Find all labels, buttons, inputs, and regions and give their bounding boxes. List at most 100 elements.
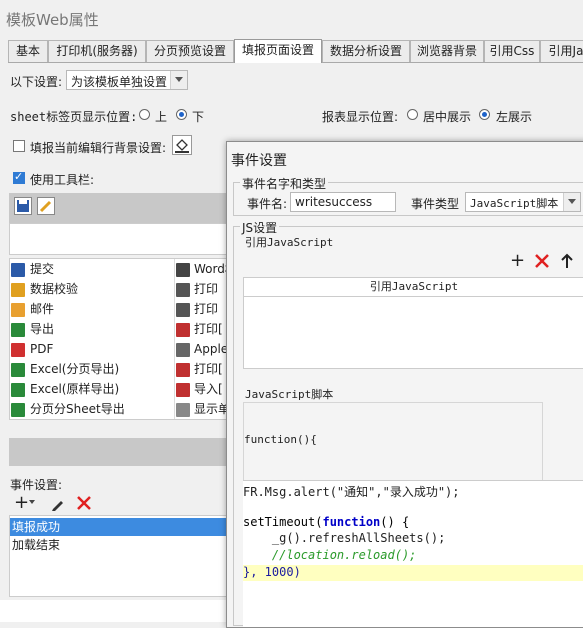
js-code-editor[interactable]: FR.Msg.alert("通知","录入成功"); setTimeout(fu… — [243, 480, 583, 627]
toolbar-button-label: 导入[ — [194, 382, 223, 396]
export-icon — [11, 322, 25, 337]
chevron-down-icon — [170, 71, 187, 89]
import-icon — [176, 382, 190, 397]
print-icon — [176, 362, 190, 377]
following-settings-label: 以下设置: — [10, 75, 63, 89]
toolbar-button-right[interactable]: 导入[ — [176, 379, 228, 399]
toolbar-button-left[interactable]: 提交 — [11, 259, 171, 279]
word-icon — [176, 262, 190, 277]
sheet-position-down-radio[interactable] — [176, 109, 187, 120]
toolbar-button-label: 打印[ — [194, 322, 223, 336]
event-name-input[interactable]: writesuccess — [290, 192, 396, 212]
tab-data-analysis[interactable]: 数据分析设置 — [322, 40, 410, 62]
tab-ref-js[interactable]: 引用Ja — [540, 40, 583, 62]
print-icon — [176, 282, 190, 297]
move-up-arrow-icon[interactable] — [561, 253, 573, 272]
add-dropdown-icon[interactable] — [29, 500, 35, 504]
settings-scope-select[interactable]: 为该模板单独设置 — [66, 70, 188, 90]
pdf-icon — [11, 342, 25, 357]
report-center-label: 居中展示 — [423, 110, 472, 124]
event-settings-dialog: 事件设置 事件名字和类型 事件名: writesuccess 事件类型 Java… — [226, 141, 583, 628]
code-line-1: FR.Msg.alert("通知","录入成功"); — [243, 485, 460, 499]
toolbar-button-label: 导出 — [30, 322, 55, 336]
chevron-down-icon — [563, 193, 580, 211]
event-list: 填报成功 加载结束 — [9, 515, 229, 597]
sheet-position-down-label: 下 — [192, 110, 205, 124]
event-name-label: 事件名: — [247, 197, 288, 211]
toolbar-button-label: 数据校验 — [30, 282, 79, 296]
function-open-text: function(){ — [244, 433, 317, 446]
tab-page-preview[interactable]: 分页预览设置 — [146, 40, 234, 62]
toolbar-button-left[interactable]: PDF — [11, 339, 171, 359]
report-center-radio[interactable] — [407, 109, 418, 120]
dialog-title: 事件设置 — [231, 153, 287, 169]
toolbar-button-label: Word格 — [194, 262, 228, 276]
event-item-fill-success[interactable]: 填报成功 — [10, 518, 228, 536]
code-line-4: _g().refreshAllSheets(); — [243, 531, 446, 545]
toolbar-button-right[interactable]: 显示单 — [176, 399, 228, 419]
ref-js-label: 引用JavaScript — [245, 236, 334, 249]
background-sheet-area — [0, 600, 226, 622]
tab-fill-page-settings[interactable]: 填报页面设置 — [234, 39, 322, 63]
toolbar-button-label: PDF — [30, 342, 54, 356]
edit-event-pencil-icon[interactable] — [50, 496, 66, 515]
tab-ref-css[interactable]: 引用Css — [484, 40, 540, 62]
delete-js-icon[interactable] — [535, 254, 549, 271]
report-position-label: 报表显示位置: — [322, 110, 399, 124]
print-icon — [176, 302, 190, 317]
toolbar-button-right[interactable]: 打印[ — [176, 319, 228, 339]
excel-sheet-icon — [11, 402, 25, 417]
toolbar-button-left[interactable]: 导出 — [11, 319, 171, 339]
toolbar-button-label: 分页分Sheet导出 — [30, 402, 125, 416]
toolbar-button-label: Apple — [194, 342, 228, 356]
paint-bucket-icon[interactable] — [172, 135, 192, 155]
add-js-button[interactable]: + — [510, 252, 525, 270]
toolbar-preview-strip — [9, 193, 229, 223]
submit-icon — [11, 262, 25, 277]
toolbar-button-label: Excel(分页导出) — [30, 362, 120, 376]
toolbar-button-right[interactable]: 打印 — [176, 299, 228, 319]
code-line-6: }, 1000) — [243, 565, 301, 579]
toolbar-button-right[interactable]: Word格 — [176, 259, 228, 279]
toolbar-button-left[interactable]: 分页分Sheet导出 — [11, 399, 171, 419]
sheet-position-label: sheet标签页显示位置: — [10, 110, 138, 124]
toolbar-button-left[interactable]: 邮件 — [11, 299, 171, 319]
toolbar-button-left[interactable]: Excel(原样导出) — [11, 379, 171, 399]
toolbar-button-left[interactable]: 数据校验 — [11, 279, 171, 299]
tab-basic[interactable]: 基本 — [8, 40, 48, 62]
delete-event-icon[interactable] — [76, 495, 92, 514]
toolbar-button-right[interactable]: Apple — [176, 339, 228, 359]
tab-printer-server[interactable]: 打印机(服务器) — [48, 40, 146, 62]
tab-bar: 基本 打印机(服务器) 分页预览设置 填报页面设置 数据分析设置 浏览器背景 引… — [8, 39, 583, 63]
event-type-select[interactable]: JavaScript脚本 — [465, 192, 581, 212]
save-icon[interactable] — [14, 197, 32, 215]
toolbar-button-label: 打印[ — [194, 362, 223, 376]
toolbar-button-left[interactable]: Excel(分页导出) — [11, 359, 171, 379]
sheet-position-up-label: 上 — [155, 110, 168, 124]
report-left-radio[interactable] — [479, 109, 490, 120]
show-cell-icon — [176, 402, 190, 417]
report-left-label: 左展示 — [496, 110, 533, 124]
use-toolbar-label: 使用工具栏: — [30, 173, 95, 187]
toolbar-button-label: 打印 — [194, 302, 219, 316]
settings-scope-value: 为该模板单独设置 — [71, 75, 168, 89]
fill-row-bg-checkbox[interactable] — [13, 140, 25, 152]
event-settings-label: 事件设置: — [10, 478, 63, 492]
add-event-button[interactable]: + — [14, 494, 29, 512]
event-type-label: 事件类型 — [411, 197, 460, 211]
event-item-load-end[interactable]: 加载结束 — [10, 536, 228, 554]
toolbar-drop-area[interactable] — [9, 223, 229, 255]
toolbar-button-label: 提交 — [30, 262, 55, 276]
edit-icon[interactable] — [37, 197, 55, 215]
use-toolbar-checkbox[interactable] — [13, 170, 25, 184]
excel-page-icon — [11, 362, 25, 377]
function-header-area: function(){ — [243, 402, 543, 482]
tab-browser-background[interactable]: 浏览器背景 — [410, 40, 484, 62]
toolbar-button-right[interactable]: 打印 — [176, 279, 228, 299]
name-type-group-title: 事件名字和类型 — [240, 175, 329, 192]
toolbar-button-right[interactable]: 打印[ — [176, 359, 228, 379]
js-script-label: JavaScript脚本 — [245, 388, 334, 401]
sheet-position-up-radio[interactable] — [139, 109, 150, 120]
grid-divider — [174, 259, 175, 419]
code-line-3: setTimeout(function() { — [243, 515, 410, 529]
